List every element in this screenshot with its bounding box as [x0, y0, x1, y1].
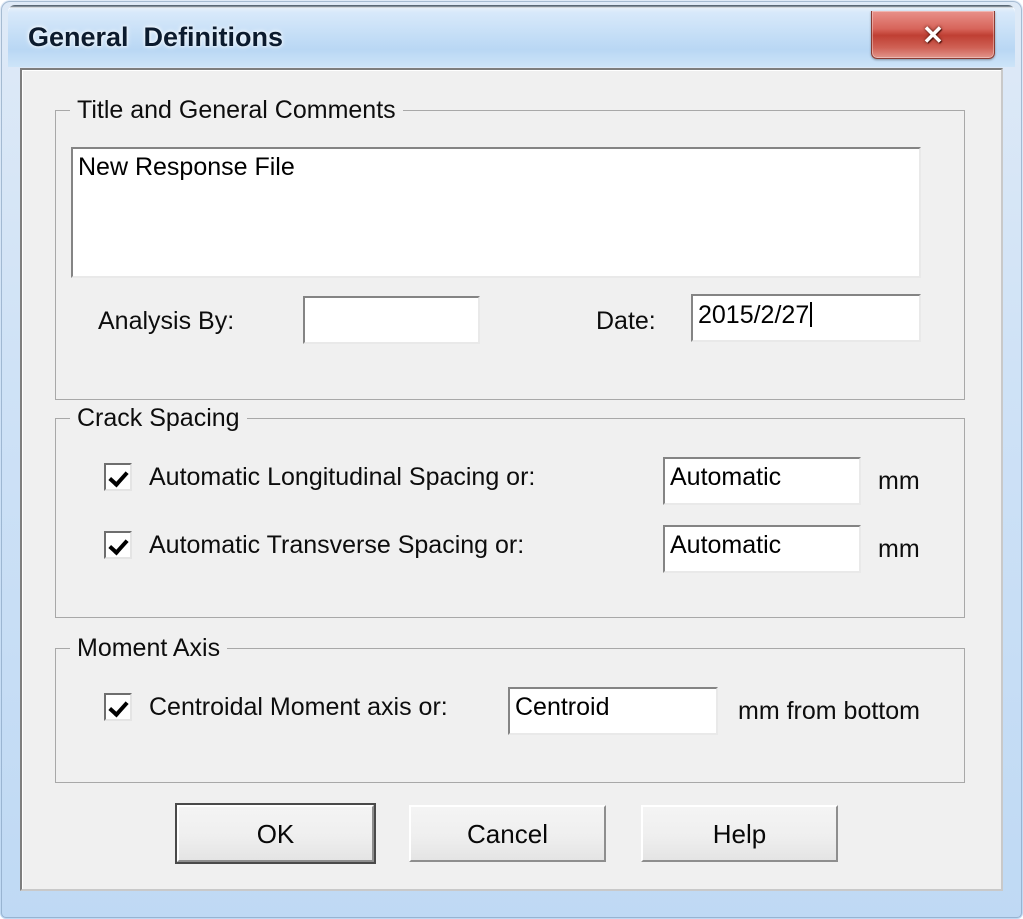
moment-axis-input[interactable]: Centroid	[508, 687, 718, 735]
transverse-spacing-input[interactable]: Automatic	[663, 525, 861, 573]
checkbox-automatic-transverse-spacing[interactable]	[104, 531, 132, 559]
checkbox-centroidal-moment-axis[interactable]	[104, 693, 132, 721]
text-caret	[810, 302, 813, 327]
checkbox-row-automatic-longitudinal-spacing[interactable]: Automatic Longitudinal Spacing or:	[104, 463, 535, 491]
group-legend-crack-spacing: Crack Spacing	[70, 404, 247, 432]
group-legend-moment-axis: Moment Axis	[70, 634, 228, 662]
help-button[interactable]: Help	[641, 805, 838, 862]
group-moment-axis: Moment Axis Centroidal Moment axis or: C…	[55, 634, 965, 783]
group-legend-title-comments: Title and General Comments	[70, 96, 403, 124]
checkbox-row-centroidal-moment-axis[interactable]: Centroidal Moment axis or:	[104, 693, 448, 721]
transverse-spacing-value: Automatic	[670, 531, 782, 559]
checkbox-automatic-longitudinal-spacing[interactable]	[104, 463, 132, 491]
moment-axis-unit: mm from bottom	[738, 697, 920, 725]
cancel-button[interactable]: Cancel	[409, 805, 606, 862]
longitudinal-spacing-unit: mm	[878, 467, 920, 495]
date-value-wrap: 2015/2/27	[698, 301, 813, 329]
transverse-spacing-unit: mm	[878, 535, 920, 563]
longitudinal-spacing-value: Automatic	[670, 463, 782, 491]
checkbox-label-automatic-transverse-spacing: Automatic Transverse Spacing or:	[149, 530, 525, 559]
checkbox-label-centroidal-moment-axis: Centroidal Moment axis or:	[149, 692, 448, 721]
window-frame: General Definitions ✕ Title and General …	[0, 0, 1023, 919]
comments-textarea[interactable]: New Response File	[71, 147, 921, 278]
date-label: Date:	[596, 307, 656, 335]
date-input[interactable]: 2015/2/27	[691, 294, 921, 342]
dialog-client-area: Title and General Comments New Response …	[20, 68, 1003, 891]
analysis-by-input[interactable]	[303, 296, 480, 344]
analysis-by-label: Analysis By:	[98, 307, 235, 335]
checkbox-label-automatic-longitudinal-spacing: Automatic Longitudinal Spacing or:	[149, 462, 536, 491]
date-value: 2015/2/27	[698, 301, 810, 329]
window-title: General Definitions	[28, 22, 284, 52]
ok-button[interactable]: OK	[175, 803, 376, 864]
comments-textarea-value: New Response File	[78, 153, 295, 181]
longitudinal-spacing-input[interactable]: Automatic	[663, 457, 861, 505]
group-title-and-general-comments: Title and General Comments New Response …	[55, 96, 965, 400]
close-button[interactable]: ✕	[871, 11, 995, 59]
group-crack-spacing: Crack Spacing Automatic Longitudinal Spa…	[55, 404, 965, 618]
moment-axis-value: Centroid	[515, 693, 610, 721]
checkbox-row-automatic-transverse-spacing[interactable]: Automatic Transverse Spacing or:	[104, 531, 524, 559]
title-bar: General Definitions ✕	[8, 5, 1015, 67]
close-icon: ✕	[922, 19, 944, 50]
